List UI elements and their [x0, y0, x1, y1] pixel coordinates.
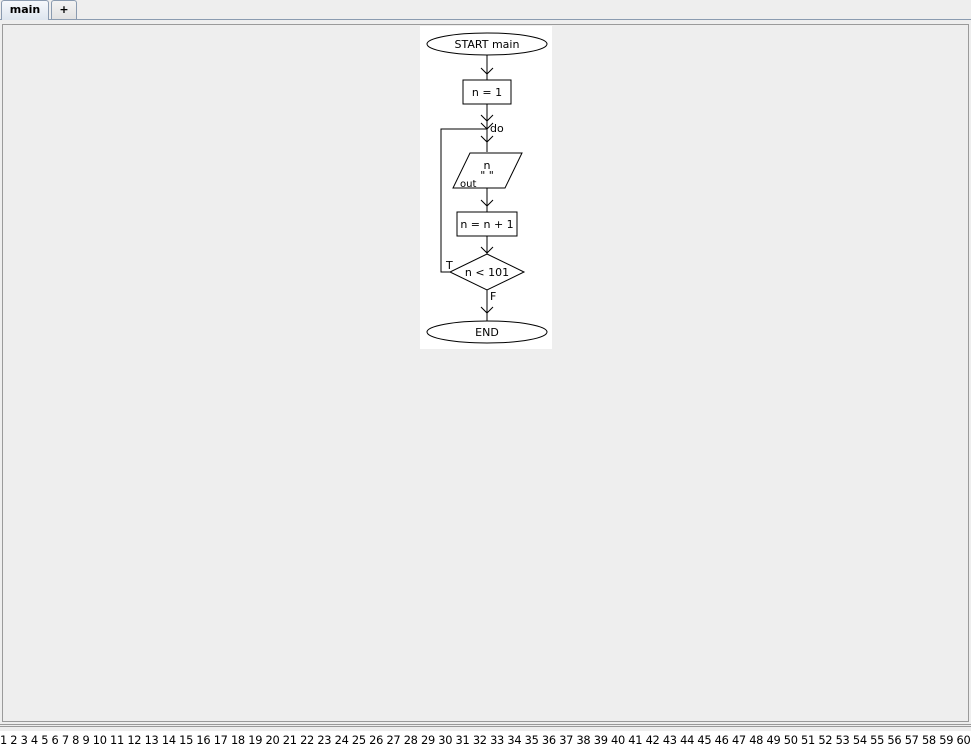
assign-node-1[interactable]: n = 1 [462, 79, 512, 105]
flowchart-canvas[interactable]: START main n = 1 do n " " out n = n + 1 … [2, 24, 969, 722]
condition-label: n < 101 [465, 266, 509, 279]
tab-bar-divider [0, 19, 971, 20]
loop-do-label: do [490, 122, 504, 135]
flowchart-diagram: START main n = 1 do n " " out n = n + 1 … [420, 26, 552, 349]
output-separator: " " [480, 169, 494, 182]
add-tab-button[interactable]: + [51, 0, 77, 19]
start-node[interactable]: START main [426, 32, 548, 56]
assign-1-label: n = 1 [472, 86, 502, 99]
assign-node-2[interactable]: n = n + 1 [456, 211, 518, 237]
true-branch-label: T [445, 259, 453, 272]
ruler-divider [0, 724, 971, 727]
tab-main[interactable]: main [1, 0, 49, 20]
end-node[interactable]: END [426, 320, 548, 344]
tab-bar: main + [0, 0, 971, 21]
false-branch-label: F [490, 290, 496, 303]
end-label: END [475, 326, 499, 339]
line-number-ruler: 1 2 3 4 5 6 7 8 9 10 11 12 13 14 15 16 1… [0, 731, 971, 750]
start-label: START main [455, 38, 520, 51]
assign-2-label: n = n + 1 [460, 218, 513, 231]
flowchart-editor-window: main + START main n = 1 do n " " out n =… [0, 0, 971, 750]
output-kind-label: out [460, 179, 476, 190]
